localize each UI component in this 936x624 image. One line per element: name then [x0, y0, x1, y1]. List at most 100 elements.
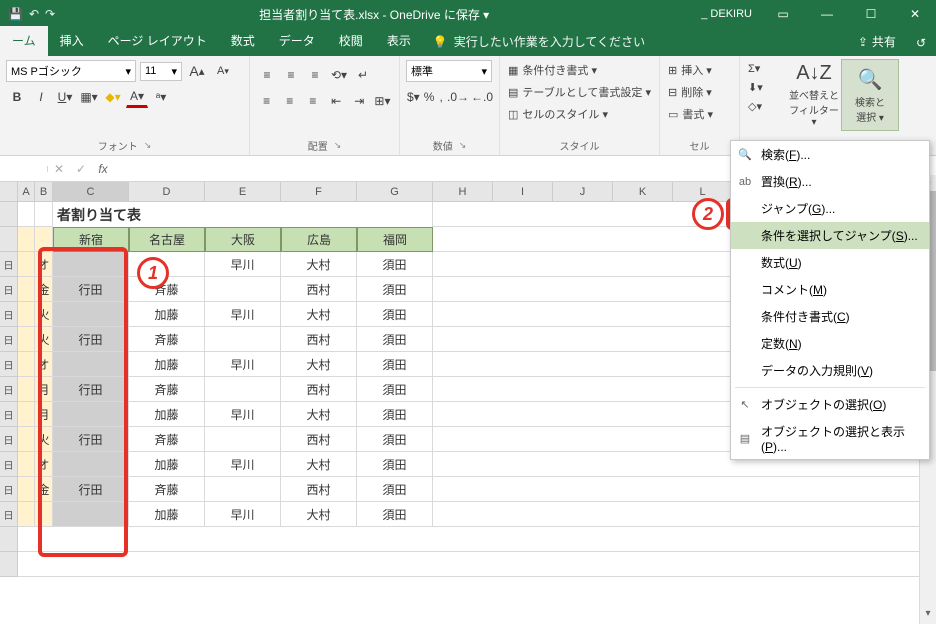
menu-validation[interactable]: データの入力規則(V)	[731, 357, 929, 384]
minimize-button[interactable]: —	[806, 0, 848, 28]
cell-c[interactable]: 行田	[53, 477, 129, 502]
accounting[interactable]: $▾	[406, 86, 421, 108]
indent-inc[interactable]: ⇥	[349, 90, 370, 112]
increase-font-icon[interactable]: A▴	[186, 60, 208, 82]
cell-c[interactable]	[53, 302, 129, 327]
col-shinjuku[interactable]: 新宿	[53, 227, 129, 252]
col-header-A[interactable]: A	[18, 182, 35, 201]
col-header-G[interactable]: G	[357, 182, 433, 201]
close-button[interactable]: ✕	[894, 0, 936, 28]
col-fukuoka[interactable]: 福岡	[357, 227, 433, 252]
font-color-button[interactable]: A▾	[126, 86, 148, 108]
comma[interactable]: ,	[437, 86, 445, 108]
align-center[interactable]: ≡	[279, 90, 300, 112]
account-name[interactable]: _ DEKIRU	[693, 8, 760, 20]
tab-review[interactable]: 校閲	[327, 26, 375, 56]
tab-data[interactable]: データ	[267, 26, 327, 56]
menu-formulas[interactable]: 数式(U)	[731, 249, 929, 276]
dec-decimal[interactable]: ←.0	[471, 86, 493, 108]
tab-page-layout[interactable]: ページ レイアウト	[96, 26, 219, 56]
tell-me[interactable]: 💡実行したい作業を入力してください	[423, 27, 655, 56]
row-header[interactable]	[0, 227, 18, 252]
italic-button[interactable]: I	[30, 86, 52, 108]
row-header[interactable]: 日	[0, 352, 18, 377]
col-header-I[interactable]: I	[493, 182, 553, 201]
qat-save-icon[interactable]: 💾	[8, 7, 23, 21]
cancel-icon[interactable]: ✕	[48, 162, 70, 176]
row-header[interactable]: 日	[0, 402, 18, 427]
tab-formulas[interactable]: 数式	[219, 26, 267, 56]
col-osaka[interactable]: 大阪	[205, 227, 281, 252]
menu-select-objects[interactable]: ↖オブジェクトの選択(O)	[731, 391, 929, 418]
menu-comments[interactable]: コメント(M)	[731, 276, 929, 303]
fill[interactable]: ⬇▾	[746, 79, 778, 96]
col-header-C[interactable]: C	[53, 182, 129, 201]
orientation[interactable]: ⟲▾	[328, 64, 350, 86]
col-header-D[interactable]: D	[129, 182, 205, 201]
format-as-table[interactable]: ▤テーブルとして書式設定 ▾	[506, 82, 653, 102]
find-select-button[interactable]: 🔍 検索と 選択 ▾	[842, 60, 898, 130]
menu-find[interactable]: 🔍検索(F)...	[731, 141, 929, 168]
number-format-combo[interactable]: 標準▾	[406, 60, 492, 82]
col-header-J[interactable]: J	[553, 182, 613, 201]
bold-button[interactable]: B	[6, 86, 28, 108]
cell-c[interactable]	[53, 502, 129, 527]
cell-c[interactable]	[53, 452, 129, 477]
wrap-text[interactable]: ↵	[352, 64, 374, 86]
qat-undo-icon[interactable]: ↶	[29, 7, 39, 21]
menu-goto[interactable]: ジャンプ(G)...	[731, 195, 929, 222]
cell-c[interactable]: 行田	[53, 377, 129, 402]
share-button[interactable]: ⇪共有	[848, 27, 906, 56]
maximize-button[interactable]: ☐	[850, 0, 892, 28]
name-box[interactable]	[0, 166, 48, 172]
font-dialog-launcher[interactable]: ↘	[144, 140, 152, 151]
cell-c[interactable]: 行田	[53, 277, 129, 302]
cells-format[interactable]: ▭書式 ▾	[666, 104, 733, 124]
conditional-formatting[interactable]: ▦条件付き書式 ▾	[506, 60, 653, 80]
row-header[interactable]: 日	[0, 277, 18, 302]
col-nagoya[interactable]: 名古屋	[129, 227, 205, 252]
number-dialog-launcher[interactable]: ↘	[459, 140, 467, 151]
cell-c[interactable]	[53, 352, 129, 377]
col-header-F[interactable]: F	[281, 182, 357, 201]
autosum[interactable]: Σ▾	[746, 60, 778, 77]
row-header[interactable]: 日	[0, 252, 18, 277]
fill-color-button[interactable]: ◆▾	[102, 86, 124, 108]
row-header[interactable]	[0, 202, 18, 227]
cell-c[interactable]: 行田	[53, 427, 129, 452]
enter-icon[interactable]: ✓	[70, 162, 92, 176]
align-middle[interactable]: ≡	[280, 64, 302, 86]
cell-c[interactable]: 行田	[53, 327, 129, 352]
cell-c[interactable]	[53, 402, 129, 427]
col-header-H[interactable]: H	[433, 182, 493, 201]
underline-button[interactable]: U▾	[54, 86, 76, 108]
font-size-combo[interactable]: 11▾	[140, 62, 182, 81]
tab-view[interactable]: 表示	[375, 26, 423, 56]
align-bottom[interactable]: ≡	[304, 64, 326, 86]
border-button[interactable]: ▦▾	[78, 86, 100, 108]
row-header[interactable]: 日	[0, 377, 18, 402]
row-header[interactable]: 日	[0, 302, 18, 327]
menu-goto-special[interactable]: 条件を選択してジャンプ(S)...	[731, 222, 929, 249]
sort-filter-button[interactable]: A↓Z 並べ替えと フィルター ▾	[786, 60, 842, 130]
decrease-font-icon[interactable]: A▾	[212, 60, 234, 82]
percent[interactable]: %	[423, 86, 436, 108]
col-header-K[interactable]: K	[613, 182, 673, 201]
col-header-B[interactable]: B	[35, 182, 53, 201]
clear[interactable]: ◇▾	[746, 98, 778, 115]
align-left[interactable]: ≡	[256, 90, 277, 112]
menu-selection-pane[interactable]: ▤オブジェクトの選択と表示(P)...	[731, 418, 929, 459]
scroll-down-icon[interactable]: ▾	[920, 608, 936, 624]
indent-dec[interactable]: ⇤	[326, 90, 347, 112]
col-hiroshima[interactable]: 広島	[281, 227, 357, 252]
col-header-E[interactable]: E	[205, 182, 281, 201]
align-dialog-launcher[interactable]: ↘	[334, 140, 342, 151]
menu-replace[interactable]: ab置換(R)...	[731, 168, 929, 195]
cell-c[interactable]	[53, 252, 129, 277]
row-header[interactable]: 日	[0, 427, 18, 452]
fx-icon[interactable]: fx	[92, 162, 114, 176]
phonetic-button[interactable]: ᵃ▾	[150, 86, 172, 108]
inc-decimal[interactable]: .0→	[447, 86, 469, 108]
sheet-title[interactable]: 者割り当て表	[53, 202, 433, 227]
row-header[interactable]: 日	[0, 477, 18, 502]
